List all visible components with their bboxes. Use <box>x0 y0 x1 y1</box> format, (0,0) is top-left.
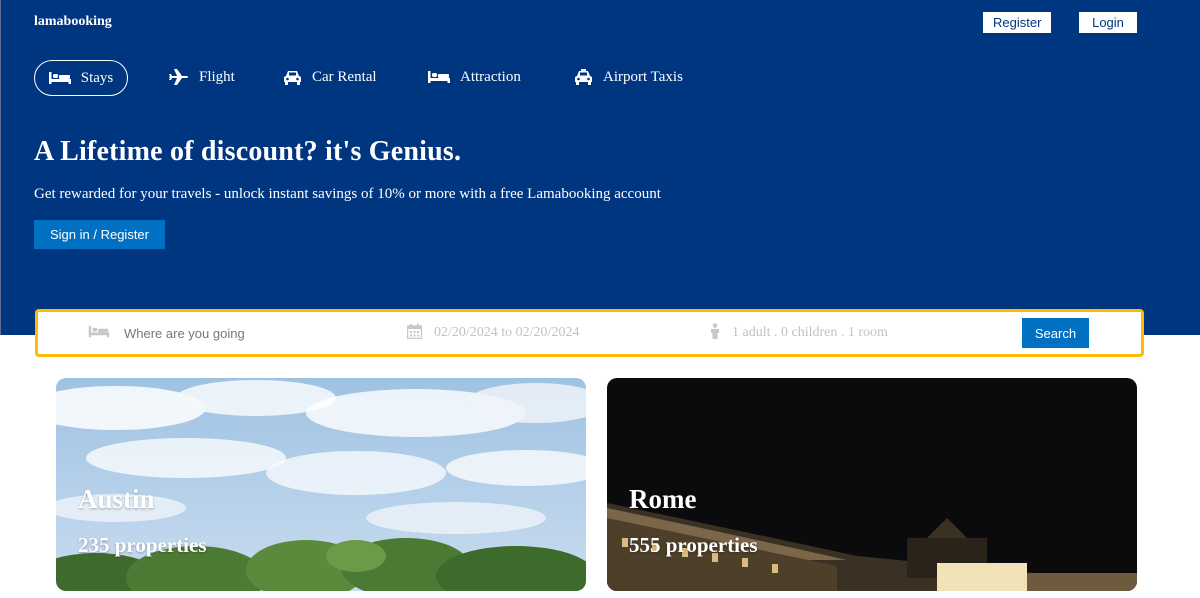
tab-label: Car Rental <box>312 68 377 85</box>
bed-icon <box>428 70 450 84</box>
destination-input[interactable] <box>122 324 326 342</box>
card-city: Rome <box>629 484 697 514</box>
register-button[interactable]: Register <box>983 12 1052 33</box>
tab-flight[interactable]: Flight <box>169 60 235 94</box>
left-edge <box>0 0 1 335</box>
hero-description: Get rewarded for your travels - unlock i… <box>34 186 661 202</box>
car-icon <box>283 70 302 85</box>
date-field[interactable]: 02/20/2024 to 02/20/2024 <box>406 312 580 354</box>
bed-icon <box>48 71 71 85</box>
calendar-icon <box>406 323 423 343</box>
guests-field[interactable]: 1 adult . 0 children . 1 room <box>710 312 888 354</box>
person-icon <box>710 323 720 343</box>
guests-text: 1 adult . 0 children . 1 room <box>732 325 888 340</box>
featured-card-austin[interactable]: Austin 235 properties <box>56 378 586 591</box>
search-bar: 02/20/2024 to 02/20/2024 1 adult . 0 chi… <box>35 309 1144 357</box>
hero-banner: lamabooking Register Login Stays Flight … <box>0 0 1200 335</box>
tab-label: Airport Taxis <box>603 68 683 85</box>
plane-icon <box>169 69 189 85</box>
bed-icon <box>88 325 110 342</box>
hero-title: A Lifetime of discount? it's Genius. <box>34 136 462 167</box>
tab-label: Flight <box>199 68 235 85</box>
tab-label: Stays <box>80 69 114 86</box>
tab-attraction[interactable]: Attraction <box>428 60 521 94</box>
login-button[interactable]: Login <box>1079 12 1137 33</box>
tab-label: Attraction <box>460 68 521 85</box>
card-properties: 235 properties <box>78 533 207 557</box>
card-properties: 555 properties <box>629 533 758 557</box>
destination-field[interactable] <box>88 312 326 354</box>
logo[interactable]: lamabooking <box>34 14 112 30</box>
search-button[interactable]: Search <box>1022 318 1089 348</box>
featured-card-rome[interactable]: Rome 555 properties <box>607 378 1137 591</box>
date-range-text: 02/20/2024 to 02/20/2024 <box>434 325 580 340</box>
tab-stays[interactable]: Stays <box>34 60 128 96</box>
tab-airport-taxis[interactable]: Airport Taxis <box>574 60 683 94</box>
tab-car-rental[interactable]: Car Rental <box>283 60 377 94</box>
taxi-icon <box>574 69 593 85</box>
card-city: Austin <box>78 484 155 514</box>
signin-register-button[interactable]: Sign in / Register <box>34 220 165 249</box>
